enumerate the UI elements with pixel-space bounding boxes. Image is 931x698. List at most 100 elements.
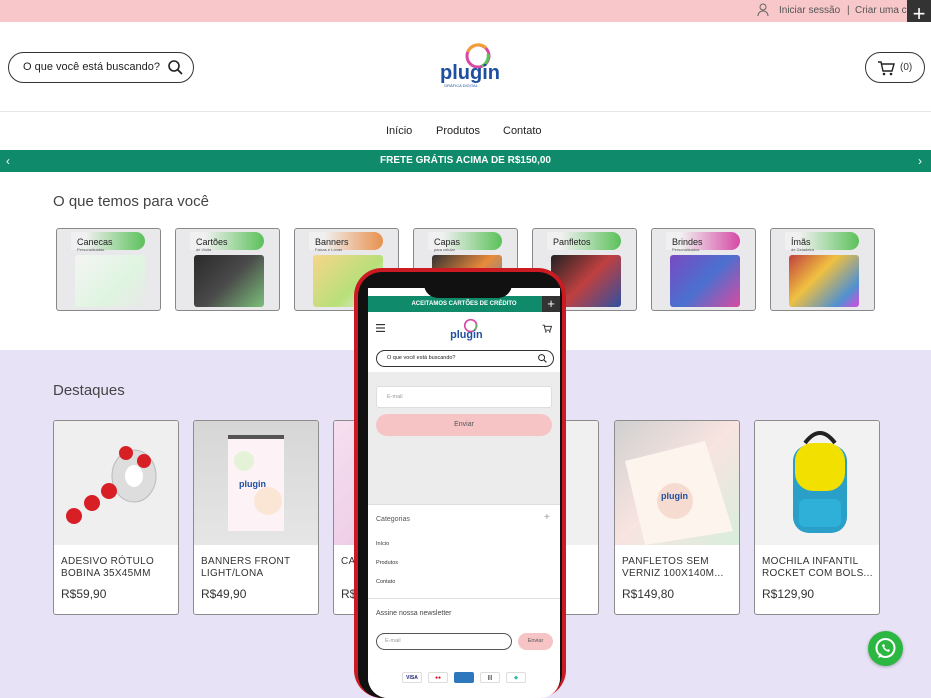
product-card[interactable]: plugin PANFLETOS SEM VERNIZ 100X140M... R$… [614, 420, 740, 615]
product-image[interactable]: plugin [615, 421, 739, 545]
category-subtitle: Personalizados [672, 247, 700, 252]
product-image[interactable]: plugin [194, 421, 318, 545]
svg-text:plugin: plugin [440, 62, 500, 84]
product-price: R$149,80 [622, 587, 675, 601]
plugin-logo[interactable]: plugin GRÁFICA DIGITAL [438, 42, 508, 90]
category-subtitle: Faixas e Lonas [315, 247, 343, 252]
mobile-footer [368, 504, 560, 698]
svg-text:GRÁFICA DIGITAL: GRÁFICA DIGITAL [444, 83, 479, 88]
category-subtitle: de Visita [196, 247, 212, 252]
category-name: Banners [315, 237, 349, 247]
mobile-categories-expand-icon[interactable]: + [544, 512, 550, 523]
mobile-plus-icon[interactable]: + [542, 296, 560, 312]
phone-screen: ACEITAMOS CARTÕES DE CRÉDITO + plugin O … [368, 288, 560, 698]
category-card[interactable]: Brindes Personalizados [651, 228, 756, 311]
category-image [789, 255, 859, 307]
category-subtitle: Personalizadas [77, 247, 105, 252]
menu-icon[interactable] [376, 324, 385, 332]
nav-item-inicio[interactable]: Início [386, 125, 412, 137]
mobile-search-icon[interactable] [538, 354, 547, 363]
mobile-logo[interactable]: plugin [448, 318, 488, 344]
promo-text: FRETE GRÁTIS ACIMA DE R$150,00 [380, 155, 551, 166]
mobile-newsletter-send-button[interactable]: Enviar [518, 633, 553, 650]
boleto-icon: ||| [480, 672, 500, 683]
mobile-email-placeholder: E-mail [387, 394, 403, 400]
mobile-send-button[interactable]: Enviar [376, 414, 552, 436]
cart-button[interactable]: (0) [865, 52, 925, 83]
product-image[interactable] [755, 421, 879, 545]
main-nav: Início Produtos Contato [0, 112, 931, 150]
product-card[interactable]: plugin BANNERS FRONT LIGHT/LONA R$49,90 [193, 420, 319, 615]
promo-next-arrow[interactable]: › [918, 150, 922, 172]
mobile-header: plugin [368, 312, 560, 346]
category-name: Canecas [77, 237, 113, 247]
whatsapp-icon [875, 638, 896, 658]
category-subtitle: de Geladeira [791, 247, 814, 252]
category-subtitle: para celular [434, 247, 455, 252]
svg-text:plugin: plugin [450, 329, 482, 341]
header: O que você está buscando? plugin GRÁFICA… [0, 22, 931, 112]
category-image [75, 255, 145, 307]
product-image[interactable] [54, 421, 178, 545]
separator: | [847, 5, 850, 16]
mobile-promo-text: ACEITAMOS CARTÕES DE CRÉDITO [411, 301, 517, 307]
mobile-newsletter-send-label: Enviar [527, 638, 544, 644]
phone-bezel: ACEITAMOS CARTÕES DE CRÉDITO + plugin O … [358, 272, 562, 698]
mobile-newsletter-email-input[interactable]: E-mail [376, 633, 512, 650]
mastercard-icon: ●● [428, 672, 448, 683]
product-price: R$59,90 [61, 587, 107, 601]
product-card[interactable]: MOCHILA INFANTIL ROCKET COM BOLS... R$129… [754, 420, 880, 615]
nav-item-produtos[interactable]: Produtos [436, 125, 480, 137]
product-name[interactable]: ADESIVO RÓTULO BOBINA 35X45mm [61, 556, 175, 580]
product-name[interactable]: MOCHILA INFANTIL ROCKET COM BOLS... [762, 556, 876, 580]
phone-mockup: ACEITAMOS CARTÕES DE CRÉDITO + plugin O … [354, 268, 566, 698]
promo-bar: ‹ FRETE GRÁTIS ACIMA DE R$150,00 › [0, 150, 931, 172]
pix-icon: ◆ [506, 672, 526, 683]
mobile-link-contato[interactable]: Contato [376, 579, 395, 585]
top-bar: Iniciar sessão | Criar uma conta [0, 0, 931, 22]
mobile-cart-icon[interactable] [542, 324, 552, 333]
category-card[interactable]: Ímãs de Geladeira [770, 228, 875, 311]
mobile-categories-title[interactable]: Categorias [376, 516, 410, 523]
mobile-divider [368, 598, 560, 599]
mobile-newsletter-title: Assine nossa newsletter [376, 610, 452, 617]
mobile-link-inicio[interactable]: Início [376, 541, 389, 547]
mobile-email-input[interactable]: E-mail [376, 386, 552, 408]
category-card[interactable]: Cartões de Visita [175, 228, 280, 311]
category-card[interactable]: Canecas Personalizadas [56, 228, 161, 311]
category-name: Ímãs [791, 237, 811, 247]
svg-text:plugin: plugin [661, 491, 688, 501]
search-input[interactable]: O que você está buscando? [8, 52, 194, 83]
mobile-send-label: Enviar [454, 421, 474, 428]
whatsapp-button[interactable] [868, 631, 903, 666]
mobile-newsletter-email-placeholder: E-mail [385, 638, 401, 644]
categories-title: O que temos para você [53, 193, 209, 210]
product-name[interactable]: BANNERS FRONT LIGHT/LONA [201, 556, 315, 580]
category-name: Capas [434, 237, 461, 247]
mobile-search-input[interactable]: O que você está buscando? [376, 350, 554, 367]
phone-notch [424, 276, 512, 298]
visa-icon: VISA [402, 672, 422, 683]
cart-icon [878, 61, 895, 76]
product-card[interactable]: ADESIVO RÓTULO BOBINA 35X45mm R$59,90 [53, 420, 179, 615]
nav-item-contato[interactable]: Contato [503, 125, 542, 137]
category-name: Brindes [672, 237, 703, 247]
user-icon[interactable] [757, 3, 769, 17]
mobile-promo-bar: ACEITAMOS CARTÕES DE CRÉDITO [368, 296, 560, 312]
category-name: Cartões [196, 237, 228, 247]
highlights-title: Destaques [53, 382, 125, 399]
promo-prev-arrow[interactable]: ‹ [6, 150, 10, 172]
product-name[interactable]: PANFLETOS SEM VERNIZ 100X140M... [622, 556, 736, 580]
category-image [194, 255, 264, 307]
amex-icon [454, 672, 474, 683]
product-price: R$49,90 [201, 587, 247, 601]
category-image [670, 255, 740, 307]
cart-count: (0) [900, 62, 913, 73]
mobile-search-placeholder: O que você está buscando? [387, 355, 456, 361]
login-link[interactable]: Iniciar sessão [779, 5, 840, 16]
mobile-link-produtos[interactable]: Produtos [376, 560, 398, 566]
search-placeholder: O que você está buscando? [23, 61, 160, 73]
svg-text:plugin: plugin [239, 479, 266, 489]
search-icon[interactable] [168, 60, 183, 75]
product-price: R$129,90 [762, 587, 815, 601]
